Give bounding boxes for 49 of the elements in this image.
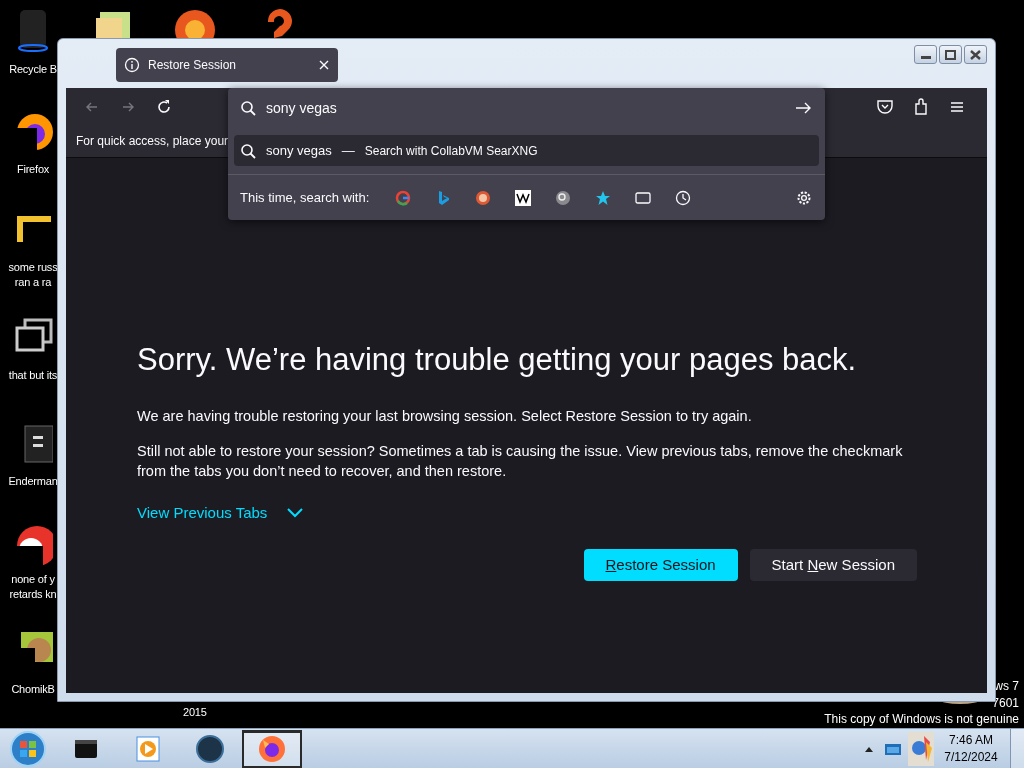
restore-session-button[interactable]: Restore Session [583,549,738,581]
view-previous-tabs-toggle[interactable]: View Previous Tabs [137,502,304,525]
new-session-button[interactable]: Start New Session [749,549,917,581]
watermark-text: 7601 [992,695,1019,711]
globe-icon [195,733,225,764]
google-icon[interactable] [395,189,412,206]
search-icon [240,142,256,159]
paragraph: Still not able to restore your session? Sometimes a tab is causing the issue. View previous tabs, remove the checkmark from the tabs you don’t need to recover, and then restore. [137,442,904,481]
colorful-tray-icon[interactable] [908,731,934,766]
clock-text[interactable]: 7:46 AM 7/12/2024 [938,731,1004,766]
taskbar-app-button[interactable] [242,729,302,768]
search-with-label: This time, search with: [240,188,370,207]
desktop-icon-label[interactable]: none of y retards kn [9,572,57,602]
duck-icon[interactable] [475,189,492,206]
page-heading: Sorry. We’re having trouble getting your pages back. [137,341,858,379]
chevron-icon[interactable] [287,508,304,519]
close-icon[interactable] [318,59,330,71]
wikipedia-icon[interactable] [515,189,532,206]
pocket-icon[interactable] [876,97,894,116]
recycle-bin-icon [16,8,50,52]
watermark-text: This copy of Windows is not genuine [824,711,1019,727]
search-suggestion[interactable]: sony vegas — Search with CollabVM SearXNG [234,135,819,166]
minimize-button[interactable] [914,45,937,64]
media-player-icon [133,733,163,764]
desktop-icon-label[interactable]: Recycle B [9,62,57,77]
reload-icon[interactable] [155,97,173,116]
start-button[interactable] [9,729,47,768]
bookmarks-hint-text: For quick access, place your [76,133,229,150]
minimize-icon [920,56,931,59]
search-icon [240,100,256,116]
tabs-icon[interactable] [635,189,652,206]
info-icon [124,57,140,73]
paragraph: We are having trouble restoring your last browsing session. Select Restore Session to try again. [137,407,753,426]
desktop-icon-label[interactable]: some russ ran a ra [8,260,58,290]
desktop-icon-label[interactable]: ChomikB [11,682,55,697]
close-button[interactable] [964,45,987,64]
desktop-icon-label[interactable]: 2015 [183,705,207,720]
desktop-icon-label[interactable]: that but its [8,368,58,383]
extensions-icon[interactable] [912,97,930,116]
desktop-icon-label[interactable]: Enderman [8,474,58,489]
star-icon[interactable] [595,189,612,206]
close-icon [970,49,981,60]
maximize-icon [945,49,956,60]
history-icon[interactable] [675,189,692,206]
firefox-icon [257,734,287,764]
browser-tab[interactable]: Restore Session [116,48,338,82]
searx-icon[interactable] [555,189,572,206]
desktop-icon-label[interactable]: Firefox [16,162,50,177]
maximize-button[interactable] [939,45,962,64]
